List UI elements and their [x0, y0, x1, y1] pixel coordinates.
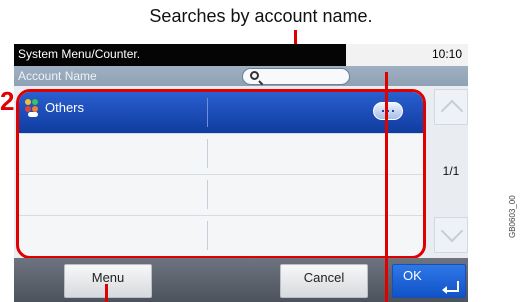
group-icon: [25, 99, 41, 117]
ok-button[interactable]: OK: [392, 264, 466, 298]
account-list: Others: [16, 89, 426, 259]
chevron-up-icon: [440, 99, 464, 123]
clock-time: 10:10: [431, 47, 462, 61]
list-item[interactable]: [19, 133, 423, 175]
list-item[interactable]: [19, 174, 423, 216]
chevron-down-icon: [440, 219, 464, 243]
details-button[interactable]: [373, 102, 403, 120]
step-number: 2: [0, 86, 15, 116]
header-label-account-name: Account Name: [18, 69, 97, 83]
window-title: System Menu/Counter.: [18, 47, 141, 61]
enter-icon: [442, 281, 459, 294]
search-button[interactable]: [242, 68, 350, 85]
caption-search-note: Searches by account name.: [149, 6, 373, 26]
footer-bar: Menu Cancel OK: [14, 258, 468, 302]
ok-label: OK: [403, 268, 422, 283]
callout-line-menu: [105, 284, 108, 302]
page-indicator: 1/1: [442, 164, 460, 178]
scroll-controls: 1/1: [434, 89, 468, 253]
figure-reference: GB0603_00: [508, 195, 517, 238]
list-item-label: Others: [45, 100, 85, 115]
device-panel: System Menu/Counter. 10:10 Account Name …: [14, 44, 468, 302]
scroll-up-button[interactable]: [434, 89, 468, 125]
ellipsis-icon: [382, 110, 384, 112]
list-item[interactable]: [19, 215, 423, 256]
search-icon: [250, 71, 259, 80]
menu-button[interactable]: Menu: [64, 264, 152, 298]
header-bar: Account Name: [14, 66, 468, 86]
list-item[interactable]: Others: [19, 92, 423, 134]
callout-line-details: [385, 72, 388, 302]
title-bar: System Menu/Counter. 10:10: [14, 44, 468, 66]
scroll-down-button[interactable]: [434, 217, 468, 253]
cancel-button[interactable]: Cancel: [280, 264, 368, 298]
